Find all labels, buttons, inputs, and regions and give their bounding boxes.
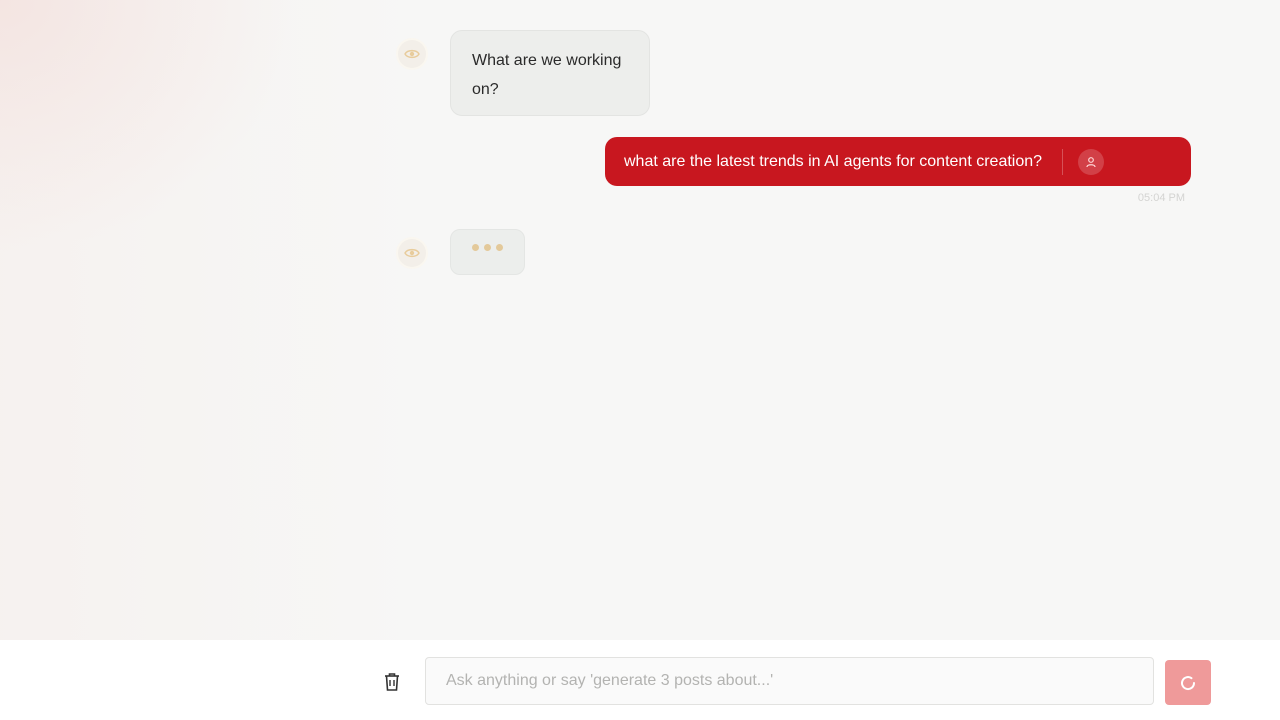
typing-dot [496, 244, 503, 251]
user-message-text: what are the latest trends in AI agents … [624, 152, 1043, 170]
trash-icon [385, 673, 399, 691]
spinner-icon [1181, 675, 1196, 690]
chat-thread[interactable]: What are we working on? what are the lat… [0, 0, 1280, 640]
user-icon [1086, 156, 1096, 167]
user-message: what are the latest trends in AI agents … [605, 137, 1191, 186]
typing-dot [484, 244, 491, 251]
chat-input[interactable] [425, 657, 1154, 705]
user-avatar [1078, 148, 1105, 175]
assistant-message-text: What are we working on? [472, 52, 622, 98]
eye-icon [404, 248, 420, 258]
assistant-avatar [398, 239, 426, 267]
send-button[interactable] [1165, 660, 1211, 705]
eye-icon [404, 49, 420, 59]
clear-chat-button[interactable] [381, 670, 403, 694]
message-timestamp: 05:04 PM [1137, 192, 1185, 204]
assistant-avatar [398, 40, 426, 68]
divider [1062, 148, 1064, 175]
assistant-message: What are we working on? [450, 30, 650, 116]
typing-indicator [450, 229, 525, 275]
typing-dot [472, 244, 479, 251]
